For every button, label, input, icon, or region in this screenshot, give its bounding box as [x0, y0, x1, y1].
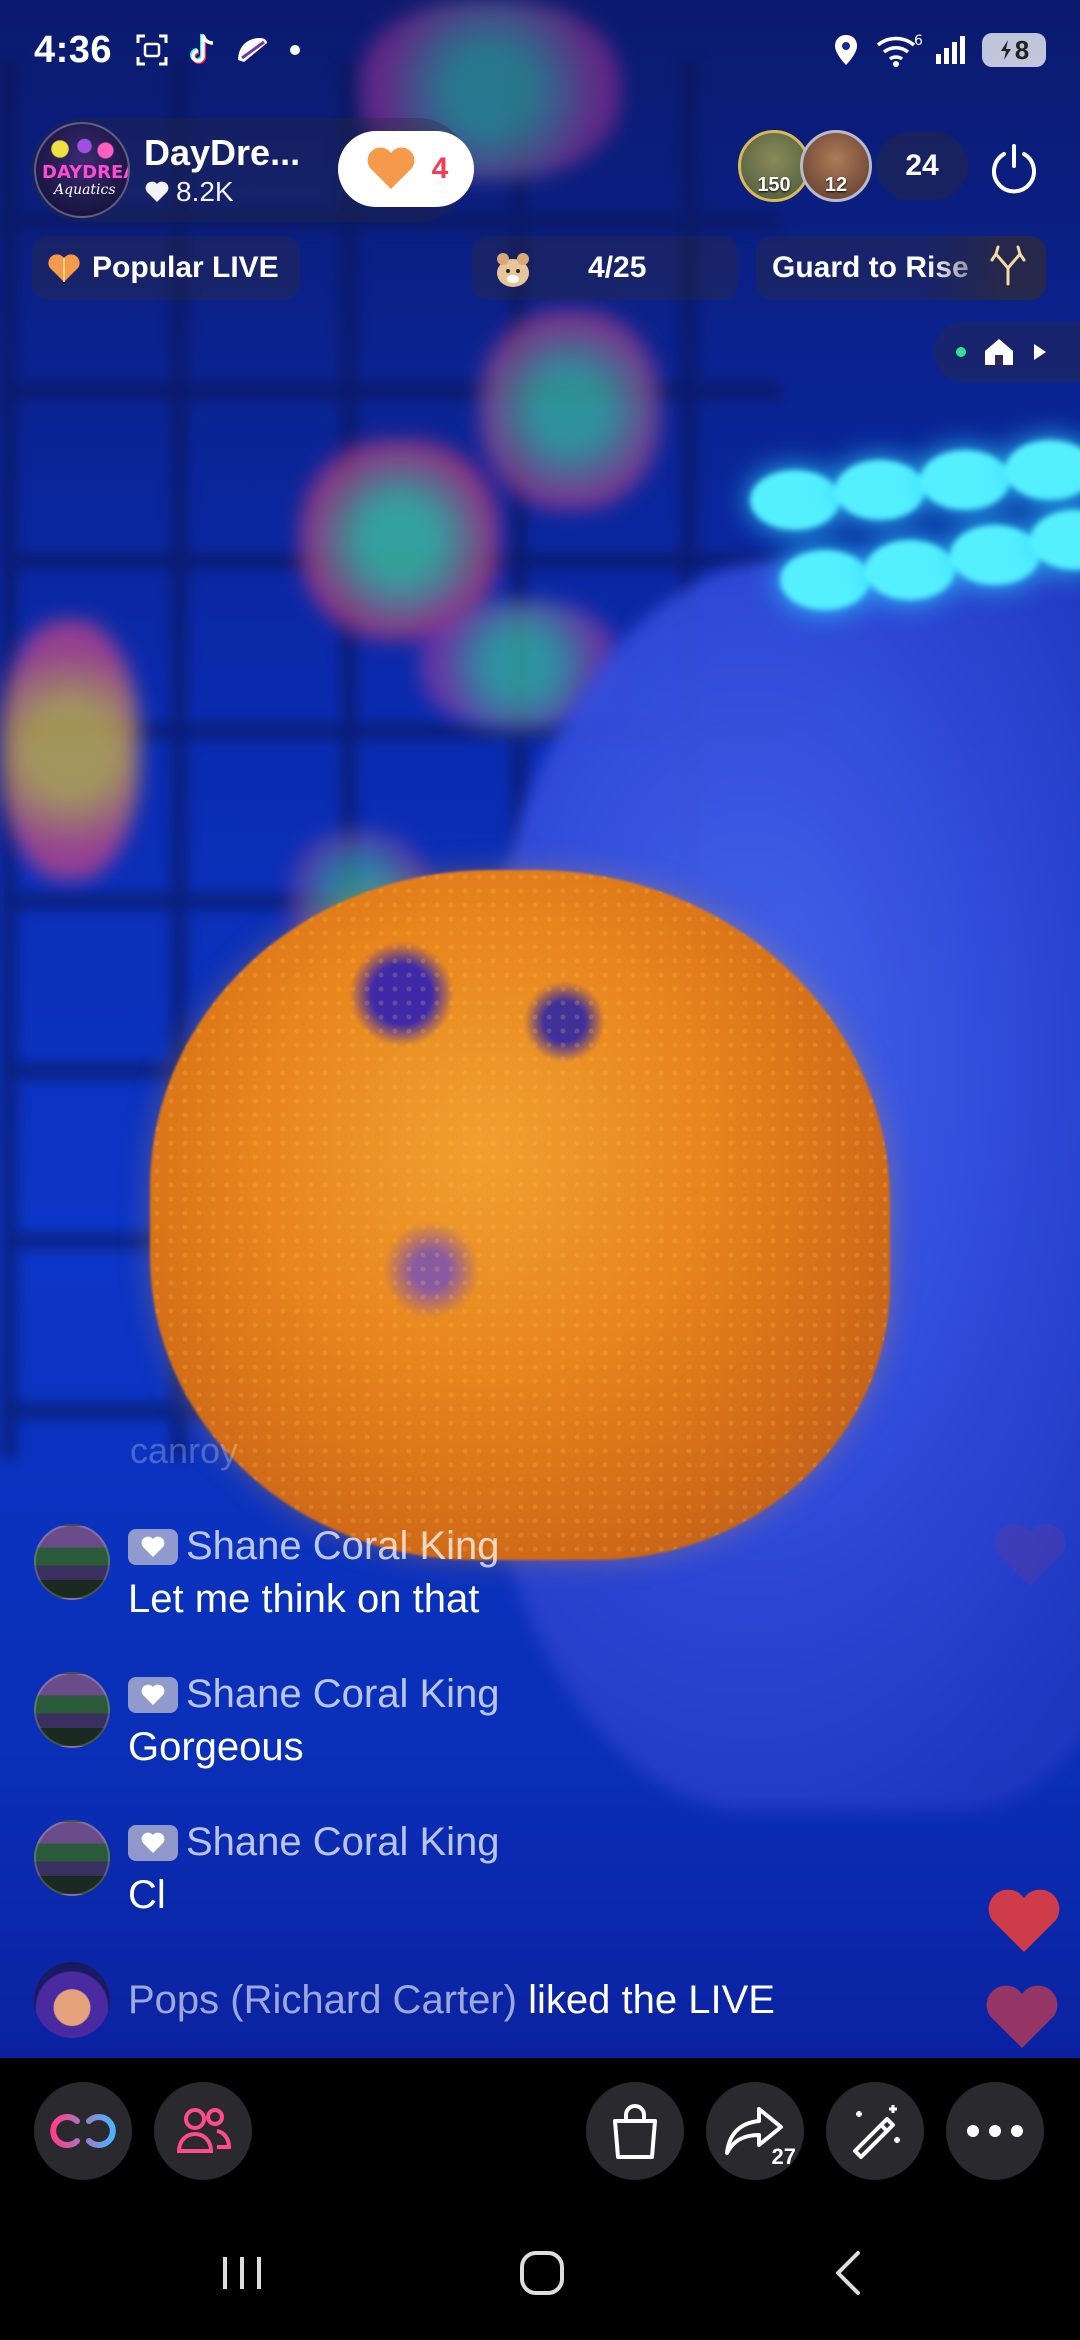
- effects-button[interactable]: [826, 2082, 924, 2180]
- notification-dot: [290, 45, 301, 55]
- chat-username: Shane Coral King: [186, 1820, 500, 1864]
- tiktok-icon: [184, 32, 220, 68]
- heart-icon: [145, 181, 169, 202]
- wifi-label: 6: [914, 33, 922, 49]
- host-likes: 8.2K: [144, 176, 300, 208]
- like-event-text: Pops (Richard Carter) liked the LIVE: [128, 1978, 775, 2023]
- floating-heart-icon: [994, 1523, 1066, 1586]
- follow-heart-button[interactable]: 4: [338, 131, 474, 207]
- power-icon: [992, 144, 1036, 194]
- popular-live-pill[interactable]: Popular LIVE: [32, 236, 300, 300]
- system-nav-bar: [0, 2208, 1080, 2340]
- guard-to-rise-pill[interactable]: Guard to Rise: [756, 236, 1046, 300]
- multi-guest-button[interactable]: [34, 2082, 132, 2180]
- host-logo: DAYDREAM: [42, 162, 128, 183]
- viewer-badge: 12: [824, 174, 848, 196]
- status-bar: 4:36 6 8: [0, 0, 1080, 100]
- recent-apps-button[interactable]: [192, 2238, 292, 2308]
- chat-avatar[interactable]: [34, 1962, 110, 2038]
- coral-texture: [150, 870, 890, 1560]
- chat-username-row: Shane Coral King: [128, 1524, 500, 1569]
- back-chevron-icon: [836, 2251, 860, 2295]
- bottom-toolbar: 27: [0, 2058, 1080, 2208]
- recent-apps-icon: [223, 2257, 261, 2289]
- chat-username-row: Shane Coral King: [128, 1820, 500, 1865]
- play-arrow-icon: [1034, 344, 1046, 360]
- chat-avatar[interactable]: [34, 1524, 110, 1600]
- chat-avatar[interactable]: [34, 1672, 110, 1748]
- signal-icon: [934, 32, 970, 68]
- floating-heart-icon: [986, 1985, 1058, 2048]
- popular-live-label: Popular LIVE: [92, 251, 279, 284]
- rank-current: 4: [588, 251, 605, 284]
- chat-username: Shane Coral King: [186, 1672, 500, 1716]
- fan-badge-heart-icon: [128, 1824, 178, 1861]
- chat-faded-line: canroy: [130, 1430, 239, 1471]
- aquarium-light: [740, 430, 1080, 650]
- orange-heart-icon: [48, 254, 80, 282]
- chat-message[interactable]: Shane Coral King Gorgeous: [34, 1672, 500, 1770]
- taco-bell-icon: [234, 32, 270, 68]
- magic-wand-icon: [853, 2105, 900, 2159]
- wifi-icon: 6: [876, 32, 922, 68]
- home-icon: [985, 339, 1013, 365]
- coral-frag-blur: [0, 620, 140, 880]
- shop-button[interactable]: [586, 2082, 684, 2180]
- people-icon: [176, 2108, 232, 2153]
- hamster-icon: [497, 253, 529, 287]
- share-button[interactable]: 27: [706, 2082, 804, 2180]
- end-live-button[interactable]: [984, 138, 1044, 198]
- fan-badge-heart-icon: [128, 1676, 178, 1713]
- share-count: 27: [771, 2144, 796, 2169]
- screenshot-icon: [134, 32, 170, 68]
- chat-username: Shane Coral King: [186, 1524, 500, 1568]
- more-dots-icon: [967, 2125, 1023, 2137]
- home-nav-icon: [520, 2251, 564, 2295]
- antler-icon: [990, 245, 1026, 286]
- shopping-bag-icon: [613, 2104, 657, 2159]
- more-options-button[interactable]: [946, 2082, 1044, 2180]
- chat-message[interactable]: Shane Coral King Cl: [34, 1820, 500, 1918]
- ranking-pill[interactable]: 4/25: [472, 236, 738, 300]
- top-viewer-avatar[interactable]: 12: [800, 130, 872, 202]
- mini-panel-toggle[interactable]: [934, 322, 1080, 382]
- rank-text: 4/25: [588, 251, 646, 285]
- home-button[interactable]: [492, 2238, 592, 2308]
- chat-text: Cl: [128, 1873, 166, 1917]
- follow-count: 4: [431, 152, 449, 185]
- location-icon: [828, 32, 864, 68]
- viewer-count[interactable]: 24: [876, 132, 968, 200]
- viewer-badge: 150: [757, 174, 791, 196]
- chat-message[interactable]: Shane Coral King Let me think on that: [34, 1524, 500, 1622]
- orange-heart-icon: [367, 147, 415, 189]
- battery-level: 8: [1014, 34, 1030, 65]
- link-infinity-icon: [50, 2114, 116, 2148]
- top-viewers[interactable]: 150 12 24: [738, 130, 968, 202]
- chat-avatar[interactable]: [34, 1820, 110, 1896]
- online-dot: [956, 347, 966, 357]
- battery-icon: 8: [982, 33, 1046, 67]
- like-event-action: liked the LIVE: [528, 1977, 775, 2022]
- floating-heart-icon: [988, 1889, 1060, 1952]
- guests-button[interactable]: [154, 2082, 252, 2180]
- chat-username-row: Shane Coral King: [128, 1672, 500, 1717]
- host-avatar[interactable]: DAYDREAM Aquatics: [34, 122, 130, 218]
- host-logo-script: Aquatics: [54, 182, 116, 198]
- rank-total: /25: [604, 251, 647, 284]
- coral-frag-blur: [480, 310, 660, 510]
- like-event-user: Pops (Richard Carter): [128, 1977, 518, 2022]
- back-button[interactable]: [798, 2238, 898, 2308]
- status-time: 4:36: [34, 28, 113, 71]
- chat-text: Gorgeous: [128, 1725, 304, 1769]
- host-name: DayDre...: [144, 132, 301, 173]
- chat-text: Let me think on that: [128, 1577, 480, 1621]
- chat-like-event[interactable]: Pops (Richard Carter) liked the LIVE: [34, 1962, 775, 2038]
- fan-badge-heart-icon: [128, 1528, 178, 1565]
- host-likes-count: 8.2K: [176, 176, 234, 207]
